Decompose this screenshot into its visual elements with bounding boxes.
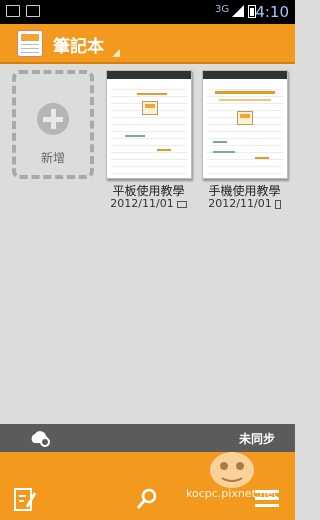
notebook-app-icon[interactable] xyxy=(17,30,43,57)
add-notebook-label: 新增 xyxy=(40,151,65,165)
edit-note-icon[interactable] xyxy=(14,486,36,512)
watermark-text: kocpc.pixnet.net xyxy=(186,487,278,500)
notebook-thumbnail-tablet[interactable] xyxy=(106,70,192,179)
clock: 4:10 xyxy=(255,3,289,21)
notebook-date-text: 2012/11/01 xyxy=(208,197,272,210)
notebook-page xyxy=(111,83,187,174)
note-text-line xyxy=(157,149,171,151)
status-bar: 3G 4:10 xyxy=(0,0,295,24)
note-text-line xyxy=(213,151,235,153)
note-heading-line xyxy=(137,93,167,95)
note-subheading-line xyxy=(219,99,271,101)
notebook-page xyxy=(207,83,283,174)
notebook-image xyxy=(142,101,158,115)
signal-icon xyxy=(232,5,244,17)
notebook-date-text: 2012/11/01 xyxy=(110,197,174,210)
note-text-line xyxy=(213,141,227,143)
notebook-thumbnail-phone[interactable] xyxy=(202,70,288,179)
image-notification-icon xyxy=(26,5,40,17)
dropdown-indicator-icon[interactable] xyxy=(112,49,120,57)
note-heading-line xyxy=(215,91,275,94)
notification-icon xyxy=(6,5,20,17)
notebook-image xyxy=(237,111,253,125)
network-type: 3G xyxy=(215,4,230,15)
notebook-date: 2012/11/01 xyxy=(197,197,292,210)
notebook-binding xyxy=(107,71,191,79)
action-bar: 筆記本 xyxy=(0,24,295,64)
phone-icon xyxy=(274,199,281,209)
note-text-line xyxy=(125,135,145,137)
tablet-icon xyxy=(176,200,187,208)
notebook-binding xyxy=(203,71,287,79)
search-icon[interactable] xyxy=(136,488,158,510)
cloud-sync-icon xyxy=(31,431,50,447)
notebook-date: 2012/11/01 xyxy=(101,197,196,210)
add-notebook-card[interactable]: 新增 xyxy=(12,70,94,179)
note-text-line xyxy=(255,157,269,159)
plus-icon xyxy=(37,103,69,135)
notebook-title[interactable]: 筆記本 xyxy=(53,32,104,57)
